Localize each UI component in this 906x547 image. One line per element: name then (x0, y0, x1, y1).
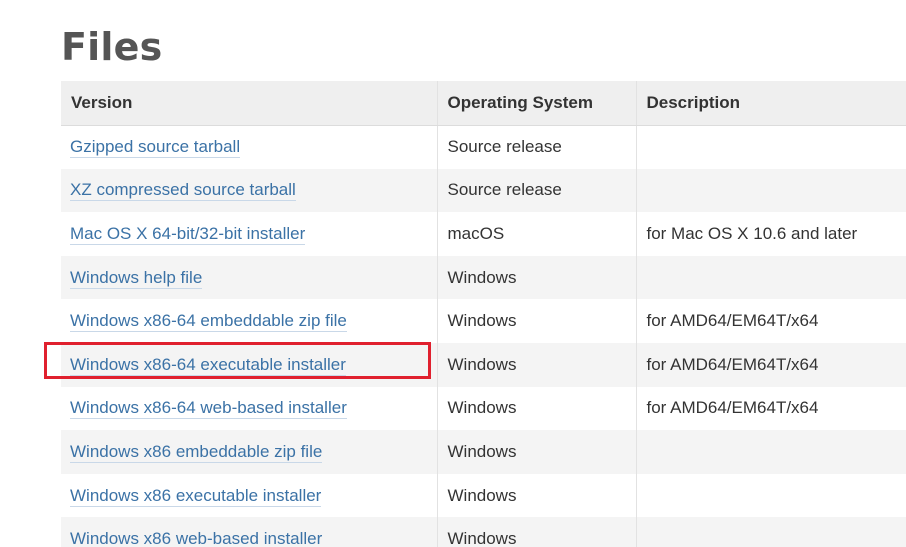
description-cell (635, 255, 906, 300)
os-cell: Windows (436, 517, 636, 547)
version-cell: Windows x86 embeddable zip file (61, 430, 437, 474)
column-header-version: Version (61, 81, 437, 126)
version-cell: Windows x86-64 web-based installer (61, 386, 437, 431)
os-cell: macOS (436, 212, 636, 256)
description-cell (635, 430, 906, 474)
column-header-operating-system: Operating System (436, 81, 636, 126)
file-download-link[interactable]: Windows help file (70, 267, 203, 289)
os-cell: Windows (436, 473, 636, 518)
version-cell: Gzipped source tarball (61, 125, 437, 169)
os-cell: Windows (436, 342, 636, 387)
version-cell: Windows x86-64 executable installer (61, 342, 437, 387)
file-download-link[interactable]: Gzipped source tarball (70, 137, 241, 159)
file-download-link[interactable]: Windows x86 embeddable zip file (70, 441, 323, 463)
os-cell: Windows (436, 299, 636, 343)
files-table: Version Operating System Description Gzi… (61, 81, 906, 547)
description-cell: for AMD64/EM64T/x64 (635, 342, 906, 387)
os-cell: Windows (436, 255, 636, 300)
description-cell: for AMD64/EM64T/x64 (635, 299, 906, 343)
description-cell (635, 125, 906, 169)
file-download-link[interactable]: Windows x86-64 web-based installer (70, 398, 347, 420)
description-cell: for Mac OS X 10.6 and later (635, 212, 906, 256)
version-cell: Mac OS X 64-bit/32-bit installer (61, 212, 437, 256)
table-row: XZ compressed source tarball Source rele… (61, 168, 906, 213)
file-download-link[interactable]: Windows x86-64 executable installer (70, 354, 346, 376)
os-cell: Source release (436, 125, 636, 169)
table-header-row: Version Operating System Description (61, 81, 906, 126)
version-cell: XZ compressed source tarball (61, 168, 437, 213)
file-download-link[interactable]: Windows x86 executable installer (70, 485, 322, 507)
table-row: Windows x86 web-based installer Windows (61, 517, 906, 547)
table-row: Windows x86 executable installer Windows (61, 473, 906, 518)
page-title: Files (61, 25, 163, 70)
version-cell: Windows x86 web-based installer (61, 517, 437, 547)
description-cell (635, 168, 906, 213)
table-row: Windows x86-64 web-based installer Windo… (61, 386, 906, 431)
description-cell (635, 473, 906, 518)
table-row: Mac OS X 64-bit/32-bit installer macOS f… (61, 212, 906, 256)
table-row: Windows x86 embeddable zip file Windows (61, 430, 906, 474)
file-download-link[interactable]: Mac OS X 64-bit/32-bit installer (70, 223, 306, 245)
table-row: Windows help file Windows (61, 255, 906, 300)
file-download-link[interactable]: Windows x86-64 embeddable zip file (70, 311, 347, 333)
version-cell: Windows help file (61, 255, 437, 300)
file-download-link[interactable]: XZ compressed source tarball (70, 180, 296, 202)
downloads-page: Files Version Operating System Descripti… (0, 0, 906, 547)
table-row: Windows x86-64 executable installer Wind… (61, 342, 906, 387)
description-cell: for AMD64/EM64T/x64 (635, 386, 906, 431)
table-row: Windows x86-64 embeddable zip file Windo… (61, 299, 906, 343)
column-header-description: Description (635, 81, 906, 126)
version-cell: Windows x86 executable installer (61, 473, 437, 518)
os-cell: Windows (436, 430, 636, 474)
os-cell: Windows (436, 386, 636, 431)
description-cell (635, 517, 906, 547)
table-row: Gzipped source tarball Source release (61, 125, 906, 169)
os-cell: Source release (436, 168, 636, 213)
file-download-link[interactable]: Windows x86 web-based installer (70, 529, 323, 547)
version-cell: Windows x86-64 embeddable zip file (61, 299, 437, 343)
